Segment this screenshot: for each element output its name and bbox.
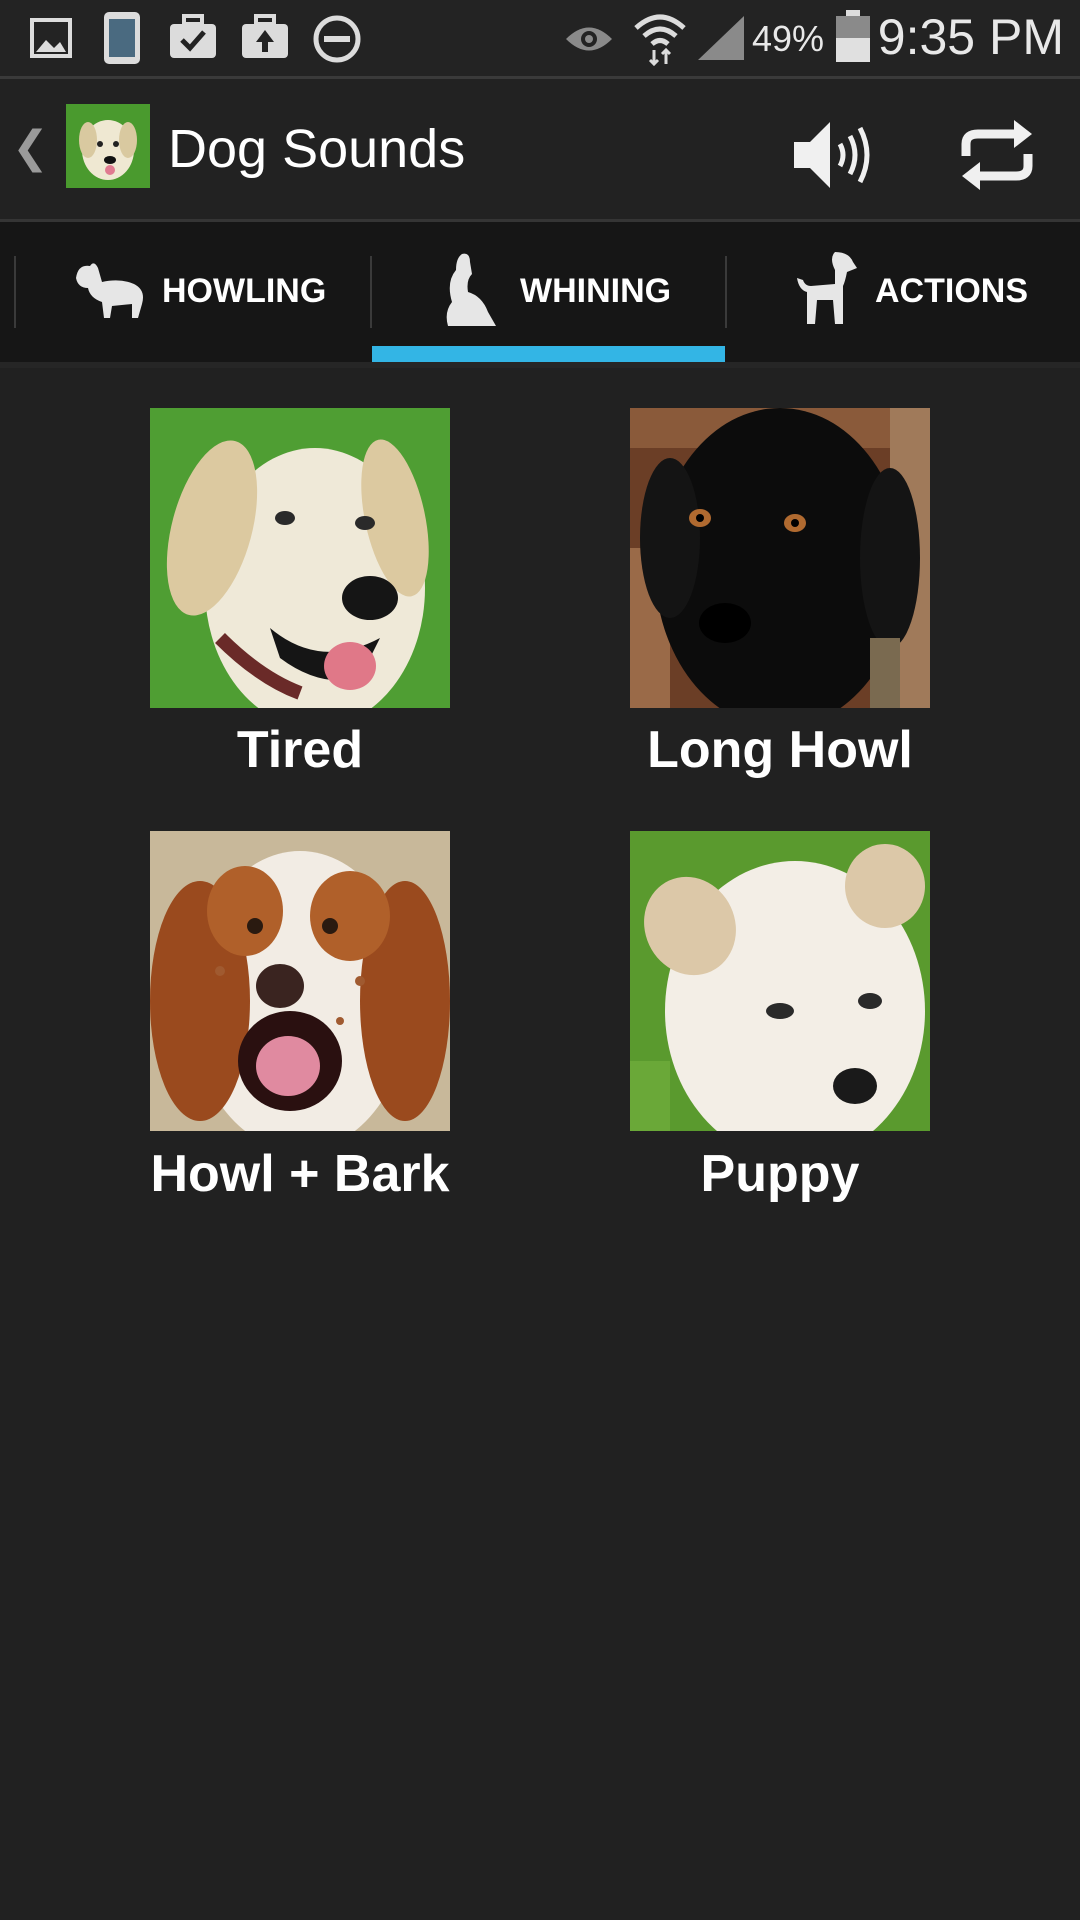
app-icon[interactable] xyxy=(66,104,150,188)
tab-whining[interactable]: WHINING xyxy=(372,222,725,362)
sound-label: Puppy xyxy=(700,1145,860,1203)
cell-signal-icon xyxy=(696,14,746,67)
spaniel-photo xyxy=(150,831,450,1131)
up-navigation-icon[interactable]: ❮ xyxy=(12,122,49,173)
white-puppy-photo xyxy=(630,831,930,1131)
briefcase-upload-icon xyxy=(240,14,290,65)
gallery-icon xyxy=(30,18,72,63)
battery-icon xyxy=(834,8,872,69)
selected-tab-indicator xyxy=(372,346,725,362)
battery-percent: 49% xyxy=(752,18,825,59)
sound-label: Howl + Bark xyxy=(150,1145,450,1203)
wifi-icon xyxy=(632,10,688,71)
phone-screen-icon xyxy=(102,10,142,71)
clock: 9:35 PM xyxy=(877,9,1064,65)
tab-actions[interactable]: ACTIONS xyxy=(727,222,1080,362)
yellow-lab-photo xyxy=(150,408,450,708)
tab-label: WHINING xyxy=(520,272,672,310)
sound-label: Tired xyxy=(236,721,364,779)
dog-howling-icon xyxy=(72,258,148,327)
tab-bar-shadow xyxy=(0,362,1080,368)
sound-label: Long Howl xyxy=(647,721,913,779)
app-title: Dog Sounds xyxy=(168,119,466,179)
dog-standing-icon xyxy=(795,250,859,331)
status-bar: 49% 9:35 PM xyxy=(0,0,1080,79)
dog-sitting-icon xyxy=(436,252,502,333)
sound-button[interactable] xyxy=(784,110,874,200)
repeat-icon xyxy=(961,120,1033,190)
eye-icon xyxy=(564,22,614,61)
speaker-volume-icon xyxy=(794,122,870,188)
tab-label: HOWLING xyxy=(162,272,327,310)
briefcase-check-icon xyxy=(168,14,218,65)
minus-circle-icon xyxy=(312,14,362,69)
black-lab-photo xyxy=(630,408,930,708)
tab-howling[interactable]: HOWLING xyxy=(16,222,370,362)
tab-label: ACTIONS xyxy=(875,272,1028,310)
action-bar xyxy=(0,79,1080,222)
repeat-button[interactable] xyxy=(952,110,1042,200)
tab-bar: HOWLING WHINING ACTIONS xyxy=(0,222,1080,362)
